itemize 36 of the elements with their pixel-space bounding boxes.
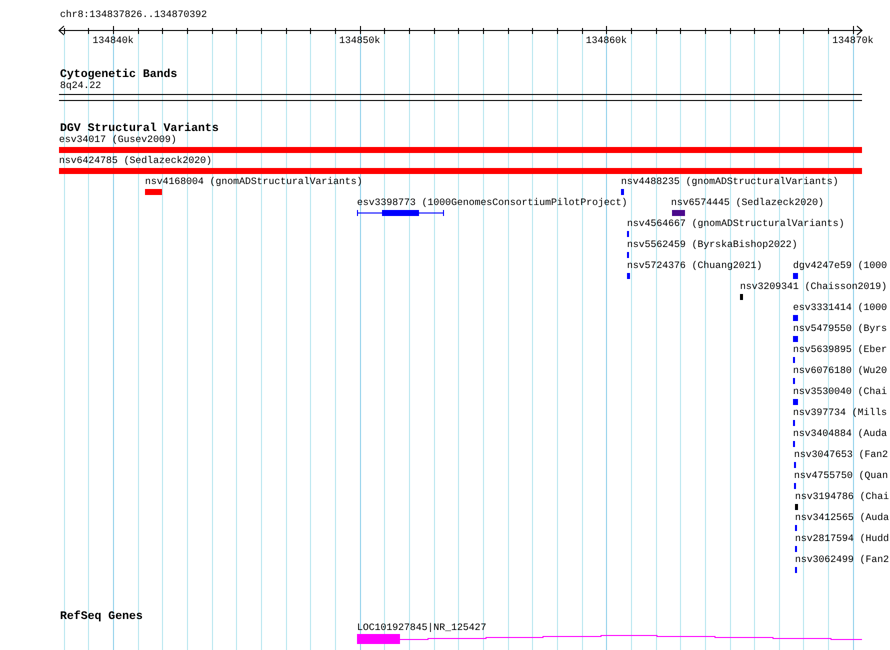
scale-label: 134870k	[832, 35, 874, 47]
variant-label: esv3331414 (1000	[793, 302, 888, 314]
scale-label: 134850k	[339, 35, 380, 47]
scale-label: 134840k	[92, 35, 134, 47]
variant-label: nsv4488235 (gnomADStructuralVariants)	[621, 176, 839, 188]
variant-label: nsv397734 (Mills	[793, 407, 888, 419]
variant-label: nsv5562459 (ByrskaBishop2022)	[627, 239, 798, 251]
variant-label: nsv5479550 (Byrs	[793, 323, 888, 335]
variant-label: nsv6424785 (Sedlazeck2020)	[59, 155, 212, 167]
variant-label: nsv3412565 (Auda	[795, 512, 890, 524]
variant-label: nsv3194786 (Chai	[795, 491, 890, 503]
variant-label: nsv2817594 (Hudd	[795, 533, 890, 545]
variant-label: nsv5724376 (Chuang2021)	[627, 260, 762, 272]
track-title: Cytogenetic Bands	[60, 68, 178, 81]
variant-label: nsv3047653 (Fan2	[794, 449, 888, 461]
band-label: 8q24.22	[60, 80, 102, 92]
variant-label: nsv6076180 (Wu20	[793, 365, 888, 377]
variant-label: nsv4564667 (gnomADStructuralVariants)	[627, 218, 845, 230]
region-label: chr8:134837826..134870392	[60, 9, 207, 21]
scale-label: 134860k	[586, 35, 627, 47]
variant-label: nsv5639895 (Eber	[793, 344, 888, 356]
variant-label: nsv3062499 (Fan2	[795, 554, 890, 566]
gene-label: LOC101927845|NR_125427	[357, 622, 486, 634]
variant-bar[interactable]	[357, 210, 444, 216]
variant-label: esv3398773 (1000GenomesConsortiumPilotProject)	[357, 197, 628, 209]
variant-label: nsv4755750 (Quan	[794, 470, 888, 482]
track-title: DGV Structural Variants	[60, 122, 219, 135]
variant-label: dgv4247e59 (1000	[793, 260, 888, 272]
track-title: RefSeq Genes	[60, 610, 143, 623]
variant-label: nsv4168004 (gnomADStructuralVariants)	[145, 176, 363, 188]
variant-label: nsv3404884 (Auda	[793, 428, 888, 440]
variant-label: nsv6574445 (Sedlazeck2020)	[671, 197, 824, 209]
variant-label: esv34017 (Gusev2009)	[59, 134, 177, 146]
variant-label: nsv3209341 (Chaisson2019)	[740, 281, 887, 293]
variant-label: nsv3530040 (Chai	[793, 386, 888, 398]
gene-drawing[interactable]	[357, 634, 862, 644]
